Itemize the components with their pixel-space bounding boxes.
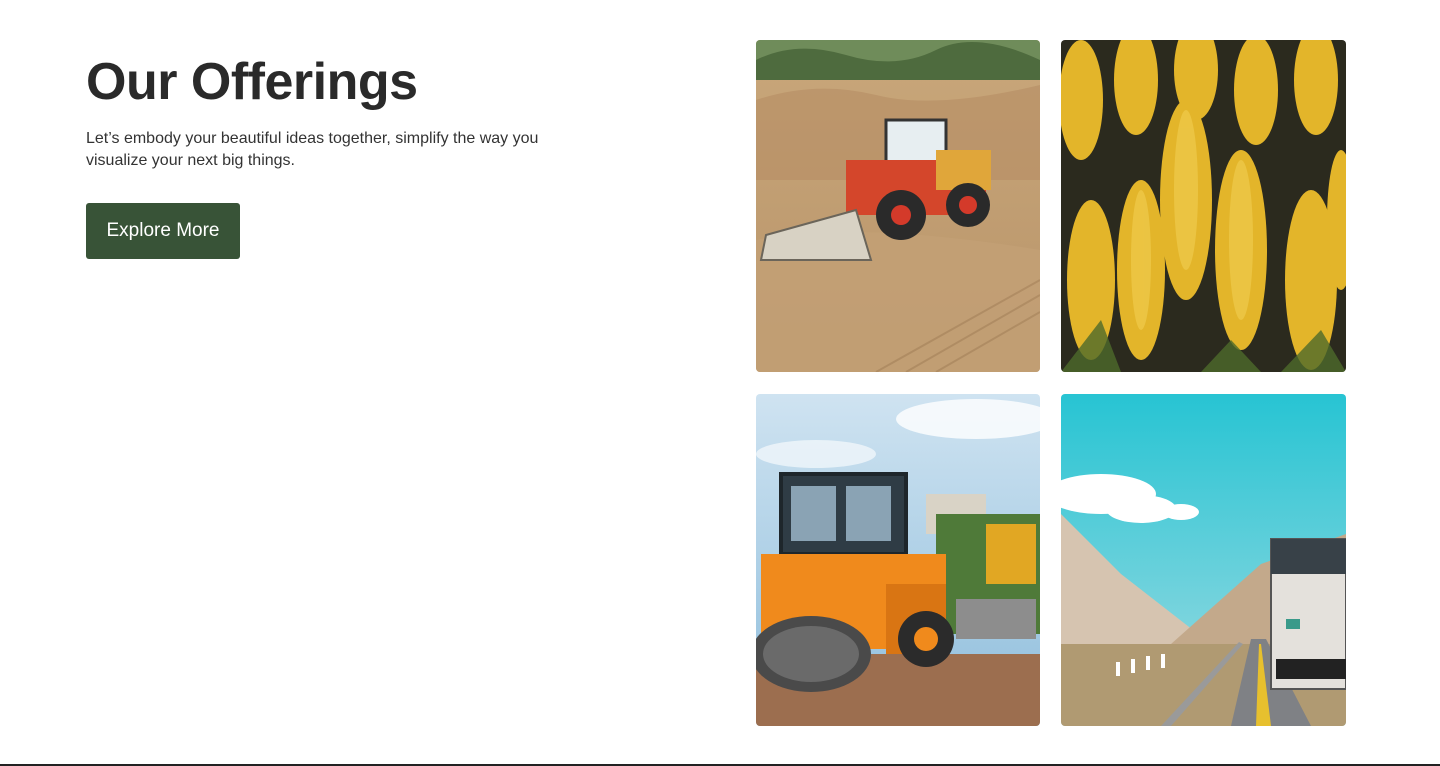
section-subtitle: Let’s embody your beautiful ideas togeth… [86,130,539,169]
road-roller-photo [756,394,1040,726]
truck-road-photo [1061,394,1346,726]
offerings-intro: Our Offerings Let’s embody your beautifu… [86,52,646,259]
wheel-loader-photo [756,40,1040,372]
offerings-section: Our Offerings Let’s embody your beautifu… [0,0,1440,766]
page-title: Our Offerings [86,53,418,111]
corn-photo [1061,40,1346,372]
explore-more-button[interactable]: Explore More [86,203,240,259]
